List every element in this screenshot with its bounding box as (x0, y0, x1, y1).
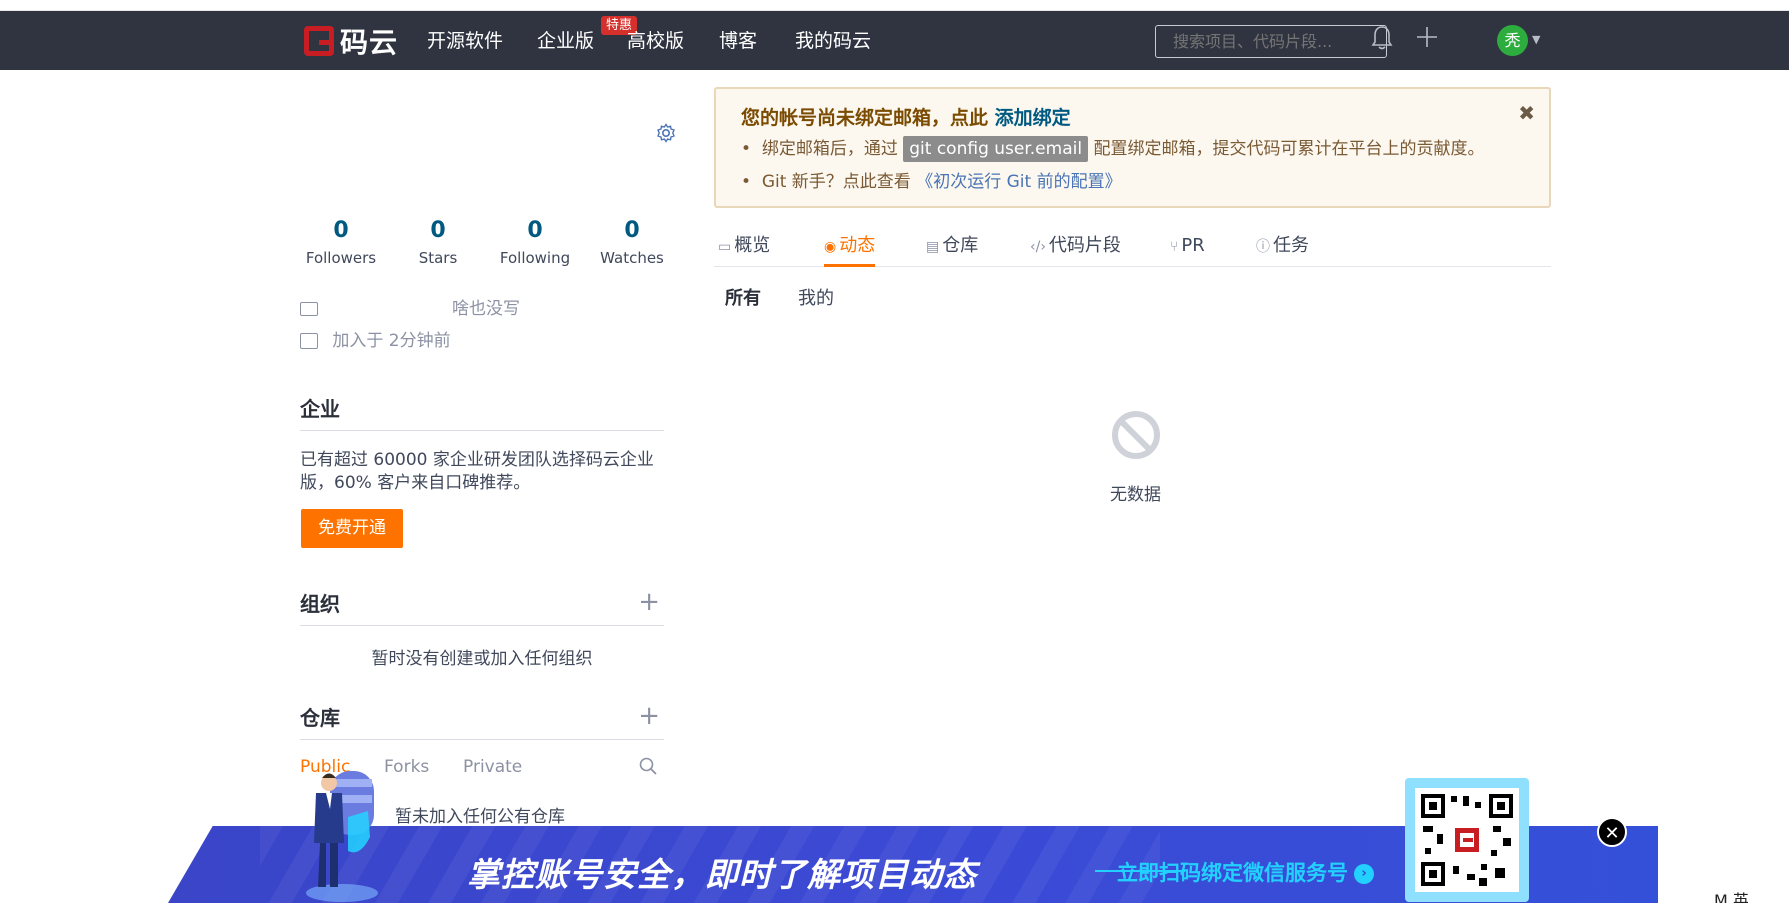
pulse-icon: ◉ (824, 239, 837, 255)
subtab-mine[interactable]: 我的 (798, 284, 834, 310)
stat-value: 0 (527, 218, 543, 243)
code-window-icon: ▭ (718, 239, 732, 255)
tab-label: 代码片段 (1048, 235, 1121, 256)
banner-title: 掌控账号安全，即时了解项目动态 (467, 855, 977, 894)
stat-watches[interactable]: 0 Watches (587, 218, 677, 267)
nav-blog[interactable]: 博客 (719, 29, 757, 53)
tab-tasks[interactable]: ⓘ 任务 (1256, 234, 1309, 259)
stat-label: Stars (418, 249, 458, 267)
alert-line2-prefix: Git 新手？点此查看 (761, 172, 911, 192)
repos-title: 仓库 + (300, 703, 664, 740)
repos-empty-text: 暂未加入任何公有仓库 (395, 807, 565, 827)
close-icon[interactable]: ✖ (1518, 101, 1535, 125)
joined-text: 加入于 2分钟前 (332, 331, 451, 351)
organization-title-text: 组织 (300, 592, 340, 616)
joined-row: 加入于 2分钟前 (300, 330, 451, 352)
stat-stars[interactable]: 0 Stars (393, 218, 483, 267)
no-data-text: 无数据 (1110, 485, 1161, 505)
alert-line1-suffix: 配置绑定邮箱，提交代码可累计在平台上的贡献度。 (1093, 139, 1485, 159)
alert-title-text: 您的帐号尚未绑定邮箱，点此 (741, 107, 989, 129)
plus-icon[interactable] (1415, 25, 1439, 56)
banner-cta[interactable]: 立即扫码绑定微信服务号 › (1117, 857, 1374, 887)
nav-enterprise[interactable]: 企业版 (537, 29, 594, 53)
code-icon: ‹/› (1030, 239, 1046, 255)
organization-title: 组织 + (300, 589, 664, 626)
qr-code-frame (1405, 778, 1529, 902)
chevron-right-icon: › (1354, 864, 1374, 884)
stat-value: 0 (430, 218, 446, 243)
email-bind-alert: 您的帐号尚未绑定邮箱，点此 添加绑定 ✖ • 绑定邮箱后，通过 git conf… (714, 87, 1551, 208)
nav-my-gitee[interactable]: 我的码云 (795, 29, 871, 53)
git-config-code: git config user.email (903, 136, 1089, 162)
stat-followers[interactable]: 0 Followers (296, 218, 386, 267)
pull-request-icon: ⑂ (1170, 239, 1179, 255)
repo-tab-private[interactable]: Private (463, 757, 522, 777)
alert-line-guide: • Git 新手？点此查看 《初次运行 Git 前的配置》 (741, 167, 1122, 192)
banner-close-icon[interactable]: ✕ (1597, 817, 1627, 847)
add-repo-plus-icon[interactable]: + (638, 703, 660, 729)
stat-following[interactable]: 0 Following (490, 218, 580, 267)
info-circle-icon: ⓘ (1256, 239, 1270, 255)
tab-label: 任务 (1273, 235, 1309, 256)
security-person-illustration (306, 771, 378, 902)
tab-repos[interactable]: ▤ 仓库 (926, 234, 978, 259)
alert-line1-prefix: 绑定邮箱后，通过 (761, 139, 898, 159)
qr-code-icon (1415, 788, 1519, 892)
logo-text: 码云 (340, 26, 399, 59)
calendar-icon (300, 333, 318, 349)
ime-indicator: M 英 (1714, 891, 1749, 903)
bell-icon[interactable] (1371, 25, 1393, 60)
free-open-button[interactable]: 免费开通 (301, 509, 403, 548)
stat-label: Watches (600, 249, 664, 267)
stat-value: 0 (333, 218, 349, 243)
repos-title-text: 仓库 (300, 706, 340, 730)
search-input[interactable] (1155, 25, 1387, 58)
bio-row: 啥也没写 (300, 298, 670, 320)
repo-icon: ▤ (926, 239, 940, 255)
stat-label: Following (499, 249, 571, 267)
bullet: • (741, 139, 762, 159)
tab-label: 仓库 (942, 235, 979, 256)
site-logo[interactable]: 码云 (304, 25, 398, 59)
gear-icon[interactable] (656, 123, 676, 148)
alert-title: 您的帐号尚未绑定邮箱，点此 添加绑定 (741, 103, 1071, 130)
tab-snippets[interactable]: ‹/› 代码片段 (1030, 234, 1121, 259)
browser-top-strip (0, 0, 1789, 11)
subtab-all[interactable]: 所有 (725, 284, 761, 310)
bio-text: 啥也没写 (452, 299, 520, 319)
caret-down-icon[interactable]: ▼ (1532, 33, 1540, 46)
add-organization-plus-icon[interactable]: + (638, 589, 660, 615)
organization-empty-text: 暂时没有创建或加入任何组织 (371, 649, 593, 669)
tab-label: PR (1181, 235, 1205, 256)
tab-activity[interactable]: ◉ 动态 (824, 234, 876, 267)
enterprise-description: 已有超过 60000 家企业研发团队选择码云企业版，60% 客户来自口碑推荐。 (300, 450, 654, 493)
git-guide-link[interactable]: 《初次运行 Git 前的配置》 (916, 172, 1121, 192)
banner-cta-text: 立即扫码绑定微信服务号 (1117, 861, 1348, 885)
user-avatar[interactable]: 秃 (1497, 25, 1528, 56)
enterprise-title-text: 企业 (300, 397, 340, 421)
stat-label: Followers (305, 249, 377, 267)
no-data-icon (1112, 411, 1160, 459)
nav-campus[interactable]: 高校版 (627, 29, 684, 53)
repo-search-icon[interactable] (638, 756, 658, 781)
top-navbar: 码云 开源软件 企业版 特惠 高校版 博客 我的码云 秃 ▼ (0, 11, 1789, 70)
tab-overview[interactable]: ▭ 概览 (718, 234, 770, 259)
alert-line-email: • 绑定邮箱后，通过 git config user.email 配置绑定邮箱，… (741, 134, 1484, 162)
stat-value: 0 (624, 218, 640, 243)
profile-tabs: ▭ 概览 ◉ 动态 ▤ 仓库 ‹/› 代码片段 ⑂ PR ⓘ 任务 (714, 230, 1551, 267)
nav-open-source[interactable]: 开源软件 (427, 29, 503, 53)
bullet: • (741, 172, 762, 192)
enterprise-title: 企业 (300, 396, 664, 431)
tab-label: 动态 (839, 235, 876, 256)
tab-pr[interactable]: ⑂ PR (1170, 234, 1205, 259)
tab-label: 概览 (734, 235, 771, 256)
logo-g-icon (304, 26, 334, 56)
id-card-icon (300, 302, 318, 316)
add-binding-link[interactable]: 添加绑定 (995, 107, 1071, 129)
repo-tab-forks[interactable]: Forks (384, 757, 429, 777)
